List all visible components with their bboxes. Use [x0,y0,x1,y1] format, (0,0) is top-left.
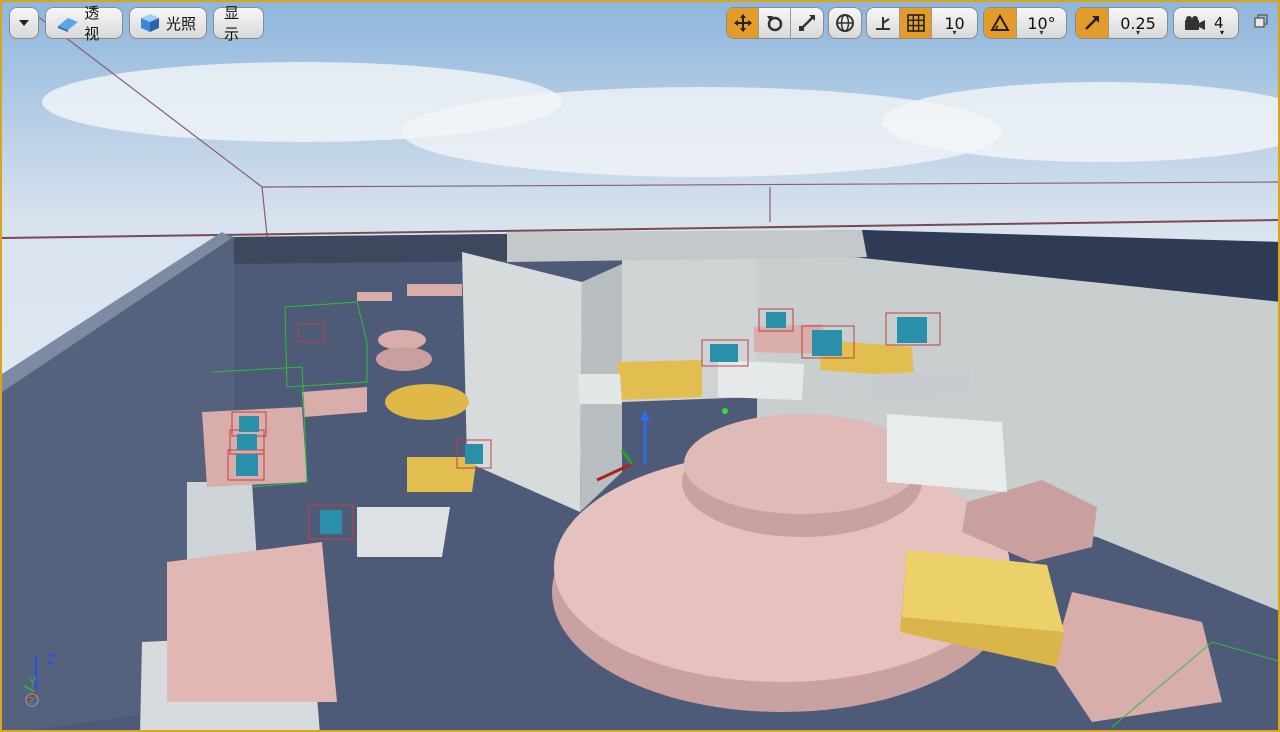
scale-icon [798,15,815,31]
surface-snap-button[interactable] [867,8,899,38]
lit-mode-button[interactable]: 光照 [129,7,207,39]
angle-icon [990,14,1010,31]
grid-snap-toggle[interactable] [899,8,931,38]
globe-icon [836,14,854,32]
dropdown-arrow-icon: ▾ [1039,28,1044,37]
lit-cube-icon [141,14,159,32]
z-axis-label: Z [47,651,56,667]
show-label: 显示 [224,4,240,43]
grid-snap-group: 10 ▾ [866,7,978,39]
show-button[interactable]: 显示 [213,4,264,43]
scene-render[interactable] [2,2,1280,732]
camera-icon [1185,16,1205,30]
scale-snap-toggle[interactable] [1076,8,1108,38]
chevron-down-icon [19,20,29,26]
rotate-mode-button[interactable] [758,8,789,38]
scale-snap-group: 0.25 ▾ [1075,7,1168,39]
transform-mode-group [726,7,824,39]
scale-snap-icon [1085,16,1099,30]
scale-snap-value-dropdown[interactable]: 0.25 ▾ [1108,8,1167,38]
axis-indicator: Z Y ? [23,651,56,707]
viewport-options-button[interactable] [9,7,39,39]
rotation-snap-value-dropdown[interactable]: 10° ▾ [1016,8,1066,38]
scale-mode-button[interactable] [789,8,823,38]
rotation-snap-toggle[interactable] [984,8,1016,38]
perspective-label: 透视 [84,4,100,43]
move-arrows-icon [733,14,752,32]
svg-text:?: ? [28,696,34,707]
rotation-snap-group: 10° ▾ [983,7,1067,39]
lit-label: 光照 [166,14,197,33]
grid-icon [906,14,925,32]
translate-mode-button[interactable] [727,8,759,38]
y-axis-label: Y [28,674,37,689]
camera-speed-button[interactable]: 4 ▾ [1173,7,1239,39]
rotate-icon [766,16,782,32]
dropdown-arrow-icon: ▾ [1135,28,1141,37]
dropdown-arrow-icon: ▾ [952,28,957,37]
maximize-viewport-icon[interactable] [1254,14,1268,28]
level-viewport[interactable]: 透视 光照 显示 10 ▾ 10° ▾ 0.25 ▾ 4 ▾ Z Y ? [0,0,1280,732]
perspective-button[interactable]: 透视 [45,4,123,43]
perspective-icon [58,18,78,32]
world-local-toggle[interactable] [828,7,862,39]
grid-snap-value-dropdown[interactable]: 10 ▾ [931,8,977,38]
surface-snap-icon [876,17,890,30]
dropdown-arrow-icon: ▾ [1219,28,1224,37]
